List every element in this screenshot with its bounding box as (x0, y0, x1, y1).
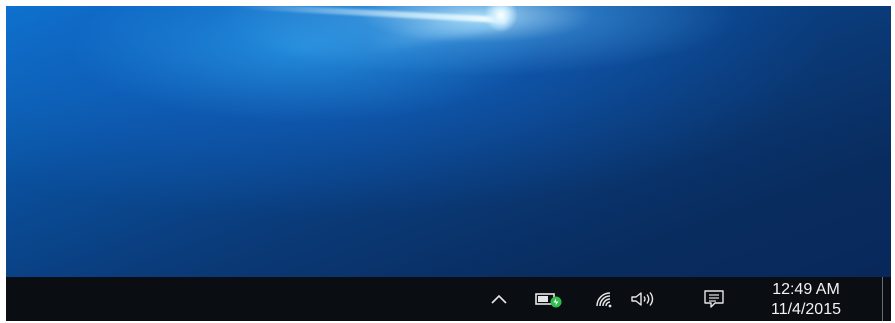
clock-time: 12:49 AM (772, 281, 840, 298)
wifi-icon (596, 292, 612, 308)
action-center-icon (704, 290, 724, 308)
clock-button[interactable]: 12:49 AM 11/4/2015 (746, 280, 866, 320)
volume-button[interactable] (624, 277, 664, 321)
action-center-button[interactable] (699, 277, 729, 321)
taskbar: 12:49 AM 11/4/2015 (6, 277, 891, 321)
chevron-up-icon (491, 294, 507, 304)
network-button[interactable] (590, 277, 620, 321)
speaker-icon (631, 292, 654, 306)
show-desktop-button[interactable] (882, 277, 892, 321)
battery-button[interactable] (533, 277, 565, 321)
show-hidden-icons-button[interactable] (486, 277, 512, 321)
wallpaper-light-beam (236, 6, 506, 24)
desktop-wallpaper[interactable] (6, 6, 891, 277)
battery-charging-icon (535, 293, 562, 308)
clock-date: 11/4/2015 (771, 301, 841, 318)
screen: 12:49 AM 11/4/2015 (0, 0, 895, 323)
